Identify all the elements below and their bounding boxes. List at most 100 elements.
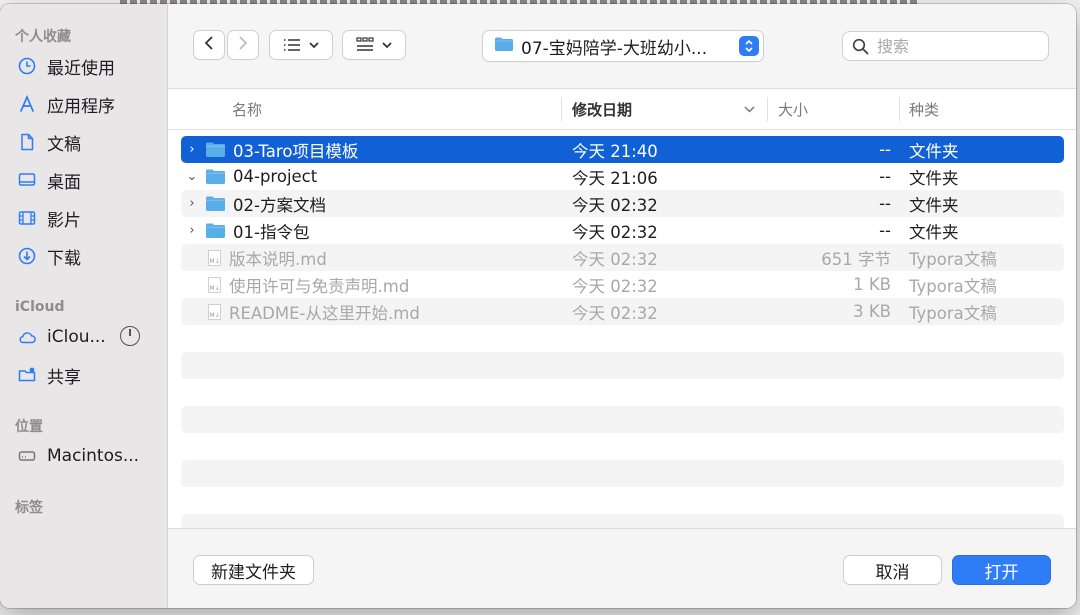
empty-row xyxy=(181,460,1064,487)
sidebar-item-applications[interactable]: 应用程序 xyxy=(16,89,164,119)
file-name-cell: 01-指令包 xyxy=(205,217,309,244)
path-label: 07-宝妈陪学-大班幼小... xyxy=(521,38,708,59)
folder-icon xyxy=(205,168,226,185)
file-row[interactable]: › 01-指令包 今天 02:32 -- 文件夹 xyxy=(181,217,1064,244)
chevron-left-icon xyxy=(204,36,214,54)
sidebar-item-movies[interactable]: 影片 xyxy=(16,203,164,233)
file-row[interactable]: M↓ README-从这里开始.md 今天 02:32 3 KB Typora文… xyxy=(181,298,1064,325)
file-name-cell: M↓ 使用许可与免责声明.md xyxy=(205,271,409,298)
file-name: 04-project xyxy=(233,167,318,186)
file-row[interactable]: › 02-方案文档 今天 02:32 -- 文件夹 xyxy=(181,190,1064,217)
file-size: -- xyxy=(879,140,891,159)
disclosure-down-icon[interactable]: ⌄ xyxy=(185,163,199,190)
download-icon xyxy=(16,245,38,267)
sidebar-item-downloads[interactable]: 下载 xyxy=(16,241,164,271)
sidebar-section-tags: 标签 xyxy=(15,500,43,516)
empty-row xyxy=(181,379,1064,406)
file-row[interactable]: M↓ 版本说明.md 今天 02:32 651 字节 Typora文稿 xyxy=(181,244,1064,271)
icloud-progress-icon[interactable] xyxy=(120,326,140,346)
sidebar-item-label: Macintos... xyxy=(47,446,140,466)
column-divider[interactable] xyxy=(561,97,562,121)
sidebar-item-label: 最近使用 xyxy=(47,58,115,79)
disclosure-right-icon[interactable]: › xyxy=(185,190,199,217)
file-date: 今天 02:32 xyxy=(572,222,658,242)
file-size: -- xyxy=(879,167,891,186)
main-panel: 07-宝妈陪学-大班幼小... 名称 修改日期 xyxy=(168,4,1076,608)
forward-button[interactable] xyxy=(228,31,258,59)
markdown-file-icon: M↓ xyxy=(208,249,221,266)
file-kind: 文件夹 xyxy=(909,141,959,161)
chevron-down-icon xyxy=(309,41,319,49)
search-input[interactable] xyxy=(875,35,1039,57)
sidebar-item-macintosh-hd[interactable]: Macintos... xyxy=(16,441,164,471)
sidebar-item-documents[interactable]: 文稿 xyxy=(16,127,164,157)
folder-icon xyxy=(205,195,226,212)
document-icon xyxy=(16,131,38,153)
file-kind: Typora文稿 xyxy=(909,303,997,323)
file-row[interactable]: ⌄ 04-project 今天 21:06 -- 文件夹 xyxy=(181,163,1064,190)
open-button[interactable]: 打开 xyxy=(953,556,1050,584)
clock-icon xyxy=(16,55,38,77)
disclosure-right-icon[interactable]: › xyxy=(185,217,199,244)
file-date: 今天 21:40 xyxy=(572,141,658,161)
sidebar-item-icloud-drive[interactable]: iClou... xyxy=(16,322,164,352)
file-name-cell: 03-Taro项目模板 xyxy=(205,136,358,163)
search-field[interactable] xyxy=(843,32,1048,60)
sidebar-section-locations: 位置 xyxy=(15,419,43,435)
column-size[interactable]: 大小 xyxy=(778,89,808,129)
file-name: README-从这里开始.md xyxy=(229,303,420,323)
file-kind: Typora文稿 xyxy=(909,276,997,296)
back-button[interactable] xyxy=(194,31,224,59)
sidebar-item-label: iClou... xyxy=(47,327,106,347)
column-date[interactable]: 修改日期 xyxy=(572,89,632,129)
file-kind: 文件夹 xyxy=(909,222,959,242)
view-mode-button[interactable] xyxy=(270,31,332,59)
group-button[interactable] xyxy=(343,31,405,59)
sidebar-item-shared[interactable]: 共享 xyxy=(16,360,164,390)
cloud-icon xyxy=(16,326,38,348)
file-date: 今天 02:32 xyxy=(572,303,658,323)
column-kind[interactable]: 种类 xyxy=(909,89,939,129)
sidebar-item-desktop[interactable]: 桌面 xyxy=(16,165,164,195)
file-name-cell: M↓ README-从这里开始.md xyxy=(205,298,420,325)
empty-row xyxy=(181,352,1064,379)
file-date: 今天 02:32 xyxy=(572,195,658,215)
toolbar: 07-宝妈陪学-大班幼小... xyxy=(168,4,1076,89)
file-kind: Typora文稿 xyxy=(909,249,997,269)
shared-folder-icon xyxy=(16,364,38,386)
new-folder-button[interactable]: 新建文件夹 xyxy=(194,556,313,584)
sidebar-item-recents[interactable]: 最近使用 xyxy=(16,51,164,81)
chevron-right-icon xyxy=(238,36,248,54)
sidebar-section-icloud: iCloud xyxy=(15,299,65,315)
sidebar-item-label: 应用程序 xyxy=(47,96,115,117)
applications-icon xyxy=(16,93,38,115)
column-divider[interactable] xyxy=(899,97,900,121)
empty-row xyxy=(181,487,1064,514)
disk-icon xyxy=(16,445,38,467)
file-name-cell: M↓ 版本说明.md xyxy=(205,244,327,271)
cancel-button[interactable]: 取消 xyxy=(844,556,941,584)
markdown-file-icon: M↓ xyxy=(208,276,221,293)
path-popup[interactable]: 07-宝妈陪学-大班幼小... xyxy=(483,31,763,61)
disclosure-right-icon[interactable]: › xyxy=(185,136,199,163)
folder-icon xyxy=(205,141,226,158)
file-row[interactable]: M↓ 使用许可与免责声明.md 今天 02:32 1 KB Typora文稿 xyxy=(181,271,1064,298)
empty-row xyxy=(181,325,1064,352)
file-size: 1 KB xyxy=(853,275,891,294)
column-divider[interactable] xyxy=(767,97,768,121)
list-view-icon xyxy=(283,38,301,52)
sidebar-item-label: 共享 xyxy=(47,367,81,388)
sidebar-item-label: 文稿 xyxy=(47,134,81,155)
file-row[interactable]: › 03-Taro项目模板 今天 21:40 -- 文件夹 xyxy=(181,136,1064,163)
up-down-icon xyxy=(739,36,759,56)
file-list: › 03-Taro项目模板 今天 21:40 -- 文件夹 ⌄ 04-proje… xyxy=(181,136,1064,541)
file-size: -- xyxy=(879,194,891,213)
markdown-file-icon: M↓ xyxy=(208,303,221,320)
file-size: 651 字节 xyxy=(821,249,891,269)
empty-row xyxy=(181,406,1064,433)
sidebar-item-label: 影片 xyxy=(47,210,81,231)
file-name: 01-指令包 xyxy=(233,222,310,242)
column-name[interactable]: 名称 xyxy=(232,89,262,129)
sidebar-item-label: 桌面 xyxy=(47,172,81,193)
folder-icon xyxy=(494,36,514,57)
